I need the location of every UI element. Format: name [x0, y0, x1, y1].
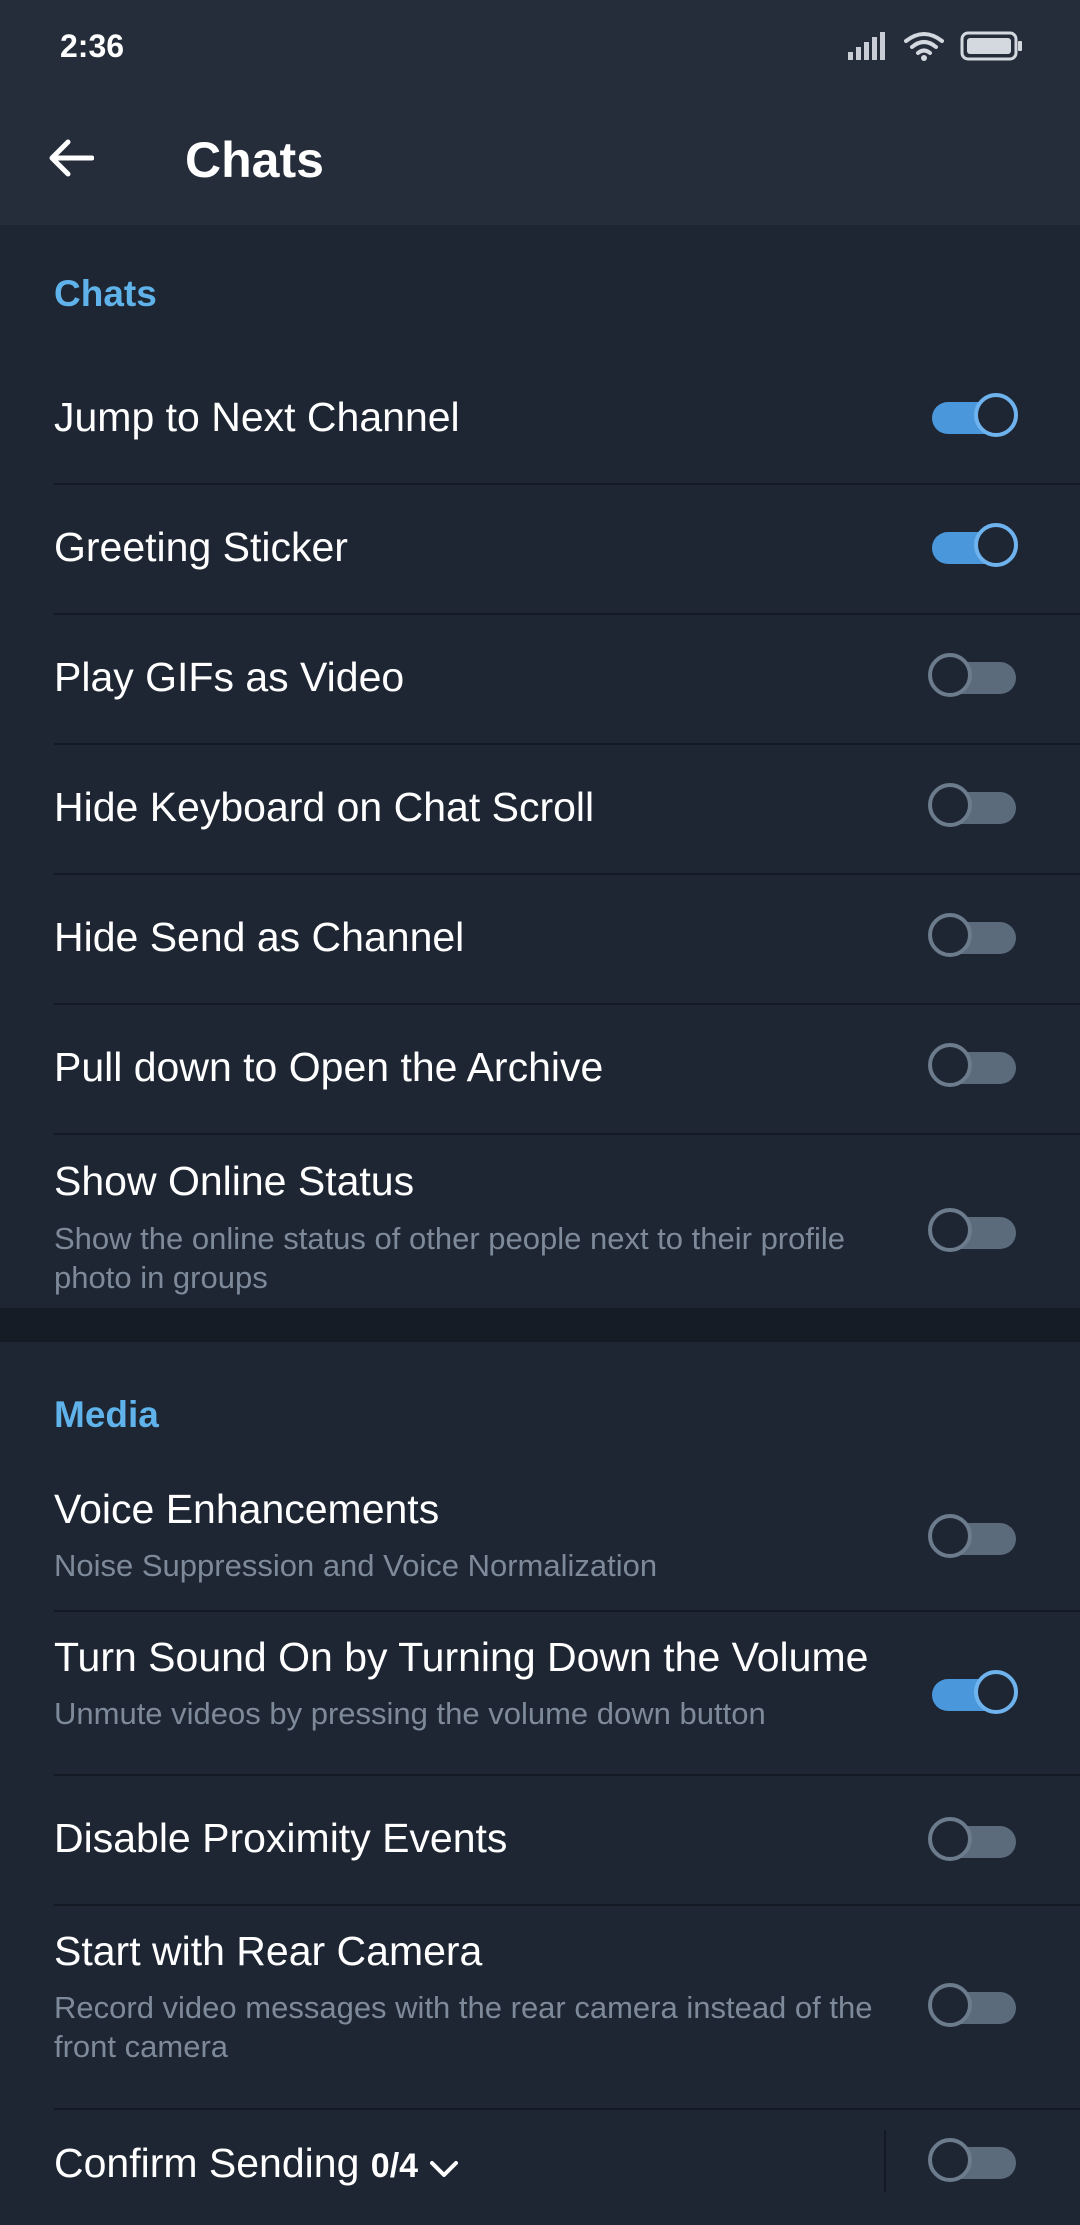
- toggle-voice-enhancements[interactable]: [926, 1513, 1022, 1563]
- toggle-knob: [974, 523, 1018, 567]
- toggle-knob: [928, 1043, 972, 1087]
- back-button[interactable]: [30, 123, 112, 197]
- media-section: Media Voice Enhancements Noise Suppressi…: [0, 1342, 1080, 2225]
- toggle-hide-keyboard-on-chat-scroll[interactable]: [926, 782, 1022, 832]
- section-header-media: Media: [54, 1394, 159, 1435]
- toggle-knob: [928, 1208, 972, 1252]
- toggle-knob: [928, 1817, 972, 1861]
- setting-row-play-gifs-as-video[interactable]: Play GIFs as Video: [0, 615, 1080, 745]
- vertical-divider: [884, 2130, 886, 2192]
- setting-title: Pull down to Open the Archive: [54, 1044, 604, 1090]
- toggle-jump-next-channel[interactable]: [926, 392, 1022, 442]
- setting-row-confirm-sending[interactable]: Confirm Sending 0/4: [0, 2110, 1080, 2225]
- toggle-knob: [928, 913, 972, 957]
- setting-row-greeting-sticker[interactable]: Greeting Sticker: [0, 485, 1080, 615]
- setting-row-pull-down-open-archive[interactable]: Pull down to Open the Archive: [0, 1005, 1080, 1135]
- toggle-hide-send-as-channel[interactable]: [926, 912, 1022, 962]
- signal-icon: [848, 31, 888, 65]
- section-divider: [0, 1308, 1080, 1342]
- chats-section: Chats Jump to Next Channel Greeting Stic…: [0, 225, 1080, 1308]
- toggle-play-gifs-as-video[interactable]: [926, 652, 1022, 702]
- toggle-knob: [928, 1514, 972, 1558]
- status-bar: 2:36: [0, 0, 1080, 95]
- status-icons: [848, 28, 1024, 68]
- setting-title: Jump to Next Channel: [54, 394, 460, 440]
- page-title: Chats: [185, 132, 324, 188]
- status-time: 2:36: [60, 28, 125, 64]
- setting-row-hide-keyboard-on-chat-scroll[interactable]: Hide Keyboard on Chat Scroll: [0, 745, 1080, 875]
- setting-title: Hide Keyboard on Chat Scroll: [54, 784, 595, 830]
- toggle-knob: [974, 1670, 1018, 1714]
- setting-row-show-online-status[interactable]: Show Online Status Show the online statu…: [0, 1135, 1080, 1308]
- toggle-turn-sound-on[interactable]: [926, 1669, 1022, 1719]
- setting-title: Show Online Status: [54, 1158, 415, 1204]
- setting-title: Greeting Sticker: [54, 524, 348, 570]
- app-bar: Chats: [0, 95, 1080, 225]
- setting-row-start-with-rear-camera[interactable]: Start with Rear Camera Record video mess…: [0, 1906, 1080, 2110]
- setting-subtitle: Record video messages with the rear came…: [54, 1990, 873, 2064]
- setting-title: Voice Enhancements: [54, 1486, 440, 1532]
- setting-title: Turn Sound On by Turning Down the Volume: [54, 1634, 869, 1680]
- setting-row-jump-next-channel[interactable]: Jump to Next Channel: [0, 355, 1080, 485]
- chevron-down-icon[interactable]: [429, 2143, 459, 2190]
- setting-title: Hide Send as Channel: [54, 914, 465, 960]
- setting-subtitle: Show the online status of other people n…: [54, 1221, 845, 1295]
- setting-row-disable-proximity-events[interactable]: Disable Proximity Events: [0, 1776, 1080, 1906]
- setting-title: Start with Rear Camera: [54, 1928, 483, 1974]
- section-header-chats: Chats: [54, 273, 157, 314]
- toggle-greeting-sticker[interactable]: [926, 522, 1022, 572]
- toggle-knob: [928, 2138, 972, 2182]
- setting-title: Play GIFs as Video: [54, 654, 405, 700]
- toggle-pull-down-open-archive[interactable]: [926, 1042, 1022, 1092]
- toggle-knob: [928, 653, 972, 697]
- setting-title: Confirm Sending: [54, 2140, 360, 2186]
- setting-row-turn-sound-on[interactable]: Turn Sound On by Turning Down the Volume…: [0, 1612, 1080, 1776]
- wifi-icon: [904, 31, 944, 66]
- setting-row-hide-send-as-channel[interactable]: Hide Send as Channel: [0, 875, 1080, 1005]
- setting-subtitle: Unmute videos by pressing the volume dow…: [54, 1696, 766, 1731]
- toggle-show-online-status[interactable]: [926, 1207, 1022, 1257]
- toggle-start-with-rear-camera[interactable]: [926, 1982, 1022, 2032]
- confirm-sending-count: 0/4: [370, 2147, 419, 2185]
- setting-title-row: Confirm Sending 0/4: [54, 2140, 459, 2190]
- toggle-knob: [928, 783, 972, 827]
- setting-subtitle: Noise Suppression and Voice Normalizatio…: [54, 1548, 658, 1583]
- toggle-knob: [928, 1983, 972, 2027]
- arrow-left-icon: [48, 138, 95, 183]
- setting-title: Disable Proximity Events: [54, 1815, 508, 1861]
- battery-icon: [960, 31, 1024, 66]
- toggle-confirm-sending[interactable]: [926, 2137, 1022, 2187]
- setting-row-voice-enhancements[interactable]: Voice Enhancements Noise Suppression and…: [0, 1472, 1080, 1612]
- toggle-disable-proximity-events[interactable]: [926, 1816, 1022, 1866]
- toggle-knob: [974, 393, 1018, 437]
